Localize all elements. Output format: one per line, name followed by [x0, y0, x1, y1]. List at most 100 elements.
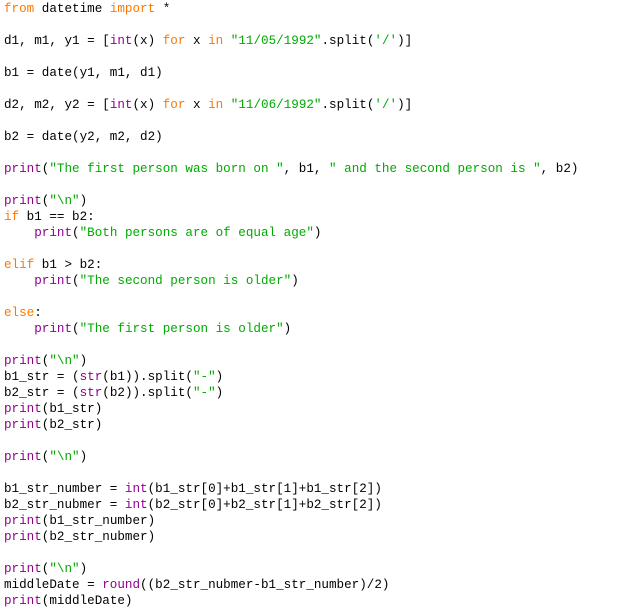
string-token: '/' [374, 34, 398, 48]
string-token: "\n" [49, 194, 80, 208]
builtin-token: print [34, 322, 73, 336]
code-line[interactable]: d1, m1, y1 = [int(x) for x in "11/05/199… [4, 33, 412, 49]
plain-token: (x) [132, 34, 163, 48]
code-line[interactable]: else: [4, 305, 42, 321]
code-line[interactable]: elif b1 > b2: [4, 257, 102, 273]
plain-token: (b1_str_number) [41, 514, 156, 528]
plain-token: (middleDate) [41, 594, 133, 608]
code-line[interactable]: print("\n") [4, 193, 87, 209]
builtin-token: str [79, 370, 103, 384]
plain-token: (b1)).split( [102, 370, 193, 384]
plain-token: ) [215, 386, 224, 400]
builtin-token: int [109, 34, 133, 48]
builtin-token: print [4, 162, 42, 176]
string-token: "-" [192, 370, 216, 384]
code-line[interactable]: print(middleDate) [4, 593, 133, 609]
code-line[interactable]: b2_str = (str(b2)).split("-") [4, 385, 223, 401]
string-token: "-" [192, 386, 216, 400]
keyword-token: in [208, 34, 224, 48]
builtin-token: str [79, 386, 103, 400]
plain-token: b2_str = ( [4, 386, 80, 400]
code-line[interactable]: print("\n") [4, 561, 87, 577]
builtin-token: print [34, 274, 73, 288]
string-token: "The first person was born on " [49, 162, 284, 176]
code-line[interactable]: from datetime import * [4, 1, 170, 17]
builtin-token: int [124, 498, 148, 512]
string-token: "11/05/1992" [230, 34, 322, 48]
keyword-token: else [4, 306, 35, 320]
builtin-token: print [4, 594, 42, 608]
plain-token: b1 = date(y1, m1, d1) [4, 66, 163, 80]
string-token: " and the second person is " [329, 162, 541, 176]
keyword-token: for [162, 98, 186, 112]
string-token: "\n" [49, 354, 80, 368]
plain-token: : [34, 306, 42, 320]
code-line[interactable]: print("\n") [4, 449, 87, 465]
code-line[interactable]: print("The first person was born on ", b… [4, 161, 578, 177]
code-line[interactable]: d2, m2, y2 = [int(x) for x in "11/06/199… [4, 97, 412, 113]
plain-token: b2 = date(y2, m2, d2) [4, 130, 163, 144]
plain-token: (b2)).split( [102, 386, 193, 400]
code-line[interactable]: print(b2_str) [4, 417, 102, 433]
plain-token: )] [397, 98, 413, 112]
plain-token: (b2_str) [41, 418, 103, 432]
plain-token: ) [215, 370, 224, 384]
plain-token: d2, m2, y2 = [ [4, 98, 110, 112]
string-token: "The second person is older" [79, 274, 292, 288]
builtin-token: print [4, 562, 42, 576]
builtin-token: print [4, 450, 42, 464]
plain-token: * [155, 2, 171, 16]
plain-token: ) [79, 354, 88, 368]
plain-token: d1, m1, y1 = [ [4, 34, 110, 48]
code-line[interactable]: print("Both persons are of equal age") [4, 225, 321, 241]
code-line[interactable]: print("\n") [4, 353, 87, 369]
code-line[interactable]: middleDate = round((b2_str_nubmer-b1_str… [4, 577, 389, 593]
code-line[interactable]: b1_str = (str(b1)).split("-") [4, 369, 223, 385]
string-token: "\n" [49, 562, 80, 576]
plain-token: b1 > b2: [34, 258, 103, 272]
plain-token: x [185, 34, 209, 48]
code-line[interactable]: print(b1_str) [4, 401, 102, 417]
code-line[interactable]: b1 = date(y1, m1, d1) [4, 65, 163, 81]
code-line[interactable]: print("The first person is older") [4, 321, 291, 337]
plain-token: (b2_str[0]+b2_str[1]+b2_str[2]) [147, 498, 382, 512]
builtin-token: print [34, 226, 73, 240]
keyword-token: for [162, 34, 186, 48]
string-token: "11/06/1992" [230, 98, 322, 112]
plain-token: ( [72, 226, 80, 240]
plain-token: .split( [321, 98, 375, 112]
plain-token: (b2_str_nubmer) [41, 530, 156, 544]
plain-token: , b1, [283, 162, 330, 176]
plain-token: b1_str = ( [4, 370, 80, 384]
plain-token: middleDate = [4, 578, 103, 592]
keyword-token: if [4, 210, 20, 224]
plain-token: , b2) [540, 162, 579, 176]
code-line[interactable]: print("The second person is older") [4, 273, 299, 289]
string-token: "The first person is older" [79, 322, 284, 336]
plain-token: b1 == b2: [19, 210, 95, 224]
plain-token: ) [313, 226, 322, 240]
builtin-token: print [4, 514, 42, 528]
code-line[interactable]: b2_str_nubmer = int(b2_str[0]+b2_str[1]+… [4, 497, 382, 513]
plain-token: (b1_str) [41, 402, 103, 416]
builtin-token: int [109, 98, 133, 112]
builtin-token: int [124, 482, 148, 496]
plain-token: ) [291, 274, 299, 288]
builtin-token: print [4, 418, 42, 432]
code-line[interactable]: print(b2_str_nubmer) [4, 529, 155, 545]
code-line[interactable]: if b1 == b2: [4, 209, 95, 225]
plain-token: (x) [132, 98, 163, 112]
plain-token: datetime [34, 2, 110, 16]
code-line[interactable]: b2 = date(y2, m2, d2) [4, 129, 163, 145]
plain-token: ) [79, 450, 88, 464]
keyword-token: in [208, 98, 224, 112]
plain-token: x [185, 98, 209, 112]
string-token: '/' [374, 98, 398, 112]
code-line[interactable]: print(b1_str_number) [4, 513, 155, 529]
code-line[interactable]: b1_str_number = int(b1_str[0]+b1_str[1]+… [4, 481, 382, 497]
